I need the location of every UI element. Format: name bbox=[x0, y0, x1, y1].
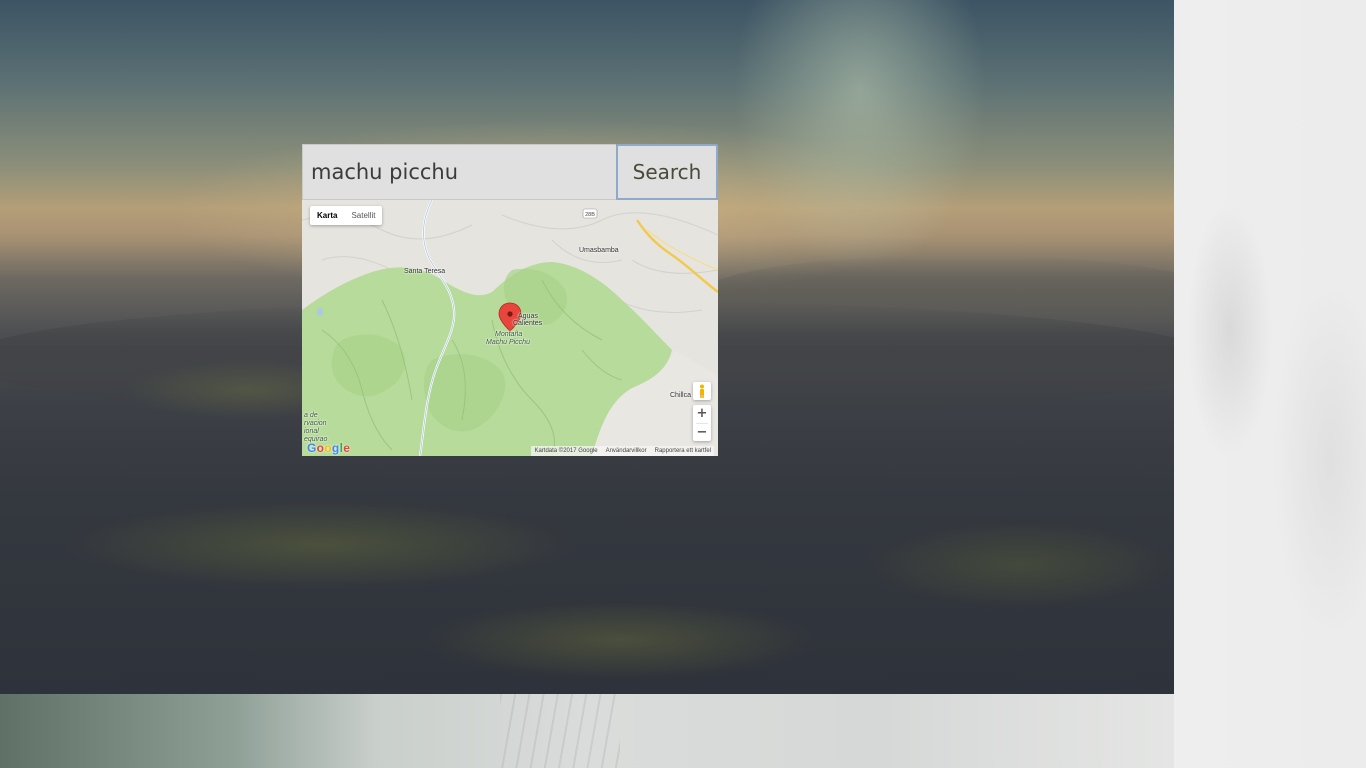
place-label-santa-teresa: Santa Teresa bbox=[404, 268, 446, 275]
valley-patch bbox=[420, 600, 820, 680]
search-button[interactable]: Search bbox=[616, 144, 718, 200]
route-shield-label: 28B bbox=[585, 212, 595, 218]
place-label-aguas: Aguas bbox=[518, 313, 538, 320]
street-view-pegman-icon[interactable] bbox=[693, 382, 711, 400]
terms-link[interactable]: Användarvillkor bbox=[606, 446, 647, 456]
bottom-background-strip bbox=[0, 694, 1174, 768]
search-bar: Search bbox=[302, 144, 718, 200]
map-view[interactable]: 28B Karta Satellit Santa Teresa Umasbamb… bbox=[302, 200, 718, 456]
place-label-reserve: a de bbox=[304, 412, 318, 419]
valley-patch bbox=[860, 520, 1174, 610]
place-label-umasbamba: Umasbamba bbox=[579, 247, 619, 254]
place-label-chillca: Chillca bbox=[670, 392, 692, 399]
place-label-calientes: Calientes bbox=[513, 320, 543, 327]
valley-patch bbox=[60, 500, 580, 590]
zoom-in-button[interactable]: + bbox=[693, 405, 711, 423]
map-type-map-button[interactable]: Karta bbox=[310, 206, 344, 225]
place-label-machu-picchu: Machu Picchu bbox=[486, 339, 530, 346]
place-label-montana: Montaña bbox=[495, 331, 523, 338]
map-data-attribution: Kartdata ©2017 Google bbox=[534, 448, 598, 454]
map-footer: Kartdata ©2017 Google Användarvillkor Ra… bbox=[531, 446, 714, 456]
pegman-icon bbox=[700, 384, 704, 398]
map-type-satellite-button[interactable]: Satellit bbox=[344, 206, 382, 225]
zoom-out-button[interactable]: − bbox=[693, 424, 711, 442]
map-canvas: 28B bbox=[302, 200, 718, 456]
search-input[interactable] bbox=[302, 144, 616, 200]
google-logo: Google bbox=[307, 441, 351, 455]
zoom-control: + − bbox=[693, 405, 711, 441]
report-error-link[interactable]: Rapportera ett kartfel bbox=[655, 446, 711, 456]
map-type-control: Karta Satellit bbox=[310, 206, 383, 225]
place-label-reserve: ional bbox=[304, 428, 319, 435]
place-label-reserve: rvacion bbox=[304, 420, 327, 427]
